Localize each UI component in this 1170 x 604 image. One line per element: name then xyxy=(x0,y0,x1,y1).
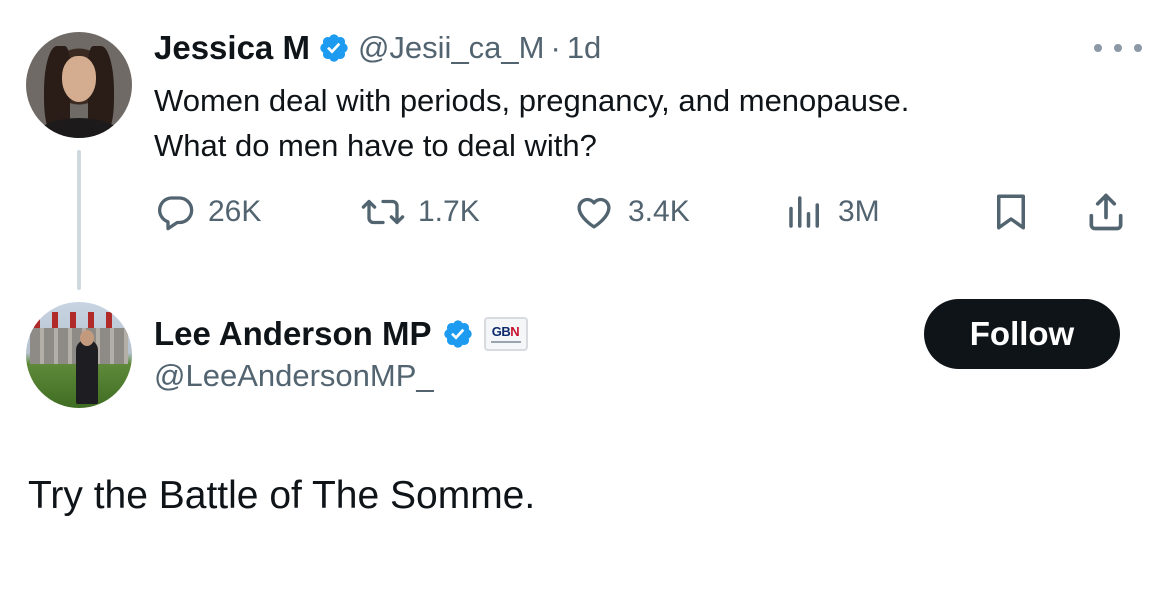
like-count: 3.4K xyxy=(628,195,690,228)
more-dot xyxy=(1134,44,1142,52)
separator-dot: · xyxy=(550,30,561,65)
parent-tweet-text: Women deal with periods, pregnancy, and … xyxy=(154,78,1134,168)
follow-button[interactable]: Follow xyxy=(924,299,1120,369)
gbn-badge-underline xyxy=(490,341,521,343)
more-horizontal-icon[interactable] xyxy=(1094,36,1142,60)
share-button[interactable] xyxy=(1084,188,1128,236)
reply-author-display-name[interactable]: Lee Anderson MP xyxy=(154,315,432,353)
reply-button[interactable]: 26K xyxy=(154,188,261,236)
avatar-lee-anderson[interactable] xyxy=(26,302,132,408)
retweet-button[interactable]: 1.7K xyxy=(360,188,480,236)
verified-badge-icon xyxy=(320,34,348,62)
more-dot xyxy=(1094,44,1102,52)
gbn-affiliation-badge[interactable]: GBN xyxy=(483,317,528,351)
verified-badge-icon xyxy=(443,320,472,348)
tweet-thread-view: Jessica M @Jesii_ca_M · 1d Women deal wi… xyxy=(0,0,1170,604)
retweet-count: 1.7K xyxy=(418,195,480,228)
author-display-name[interactable]: Jessica M xyxy=(154,29,310,67)
tweet-text-line: Women deal with periods, pregnancy, and … xyxy=(154,83,910,118)
share-icon xyxy=(1089,193,1123,231)
analytics-icon xyxy=(789,196,819,228)
reply-count: 26K xyxy=(208,195,262,228)
retweet-icon xyxy=(361,199,405,225)
views-count: 3M xyxy=(838,195,880,228)
avatar-face xyxy=(62,56,96,102)
bookmark-button[interactable] xyxy=(990,188,1032,236)
reply-icon xyxy=(158,196,194,231)
reply-tweet-text: Try the Battle of The Somme. xyxy=(28,474,536,517)
reply-author-header: Lee Anderson MP GBN xyxy=(154,312,528,356)
thread-connector-line xyxy=(77,150,81,290)
heart-icon xyxy=(577,197,611,229)
avatar-person xyxy=(76,340,98,404)
gbn-label-main: GB xyxy=(491,324,511,339)
like-button[interactable]: 3.4K xyxy=(572,188,690,236)
gbn-label-accent: N xyxy=(510,324,520,339)
avatar-head xyxy=(80,330,94,346)
parent-tweet-header: Jessica M @Jesii_ca_M · 1d xyxy=(154,26,601,70)
author-handle[interactable]: @Jesii_ca_M xyxy=(358,30,545,66)
views-button[interactable]: 3M xyxy=(784,188,880,236)
reply-author-handle[interactable]: @LeeAndersonMP_ xyxy=(154,358,434,394)
tweet-timestamp[interactable]: 1d xyxy=(567,30,601,66)
gbn-badge-label: GBN xyxy=(491,324,520,339)
tweet-text-line: What do men have to deal with? xyxy=(154,128,597,163)
bookmark-icon xyxy=(997,194,1025,230)
avatar-jessica[interactable] xyxy=(26,32,132,138)
more-dot xyxy=(1114,44,1122,52)
tweet-action-bar: 26K 1.7K 3.4K 3M xyxy=(154,188,1144,236)
